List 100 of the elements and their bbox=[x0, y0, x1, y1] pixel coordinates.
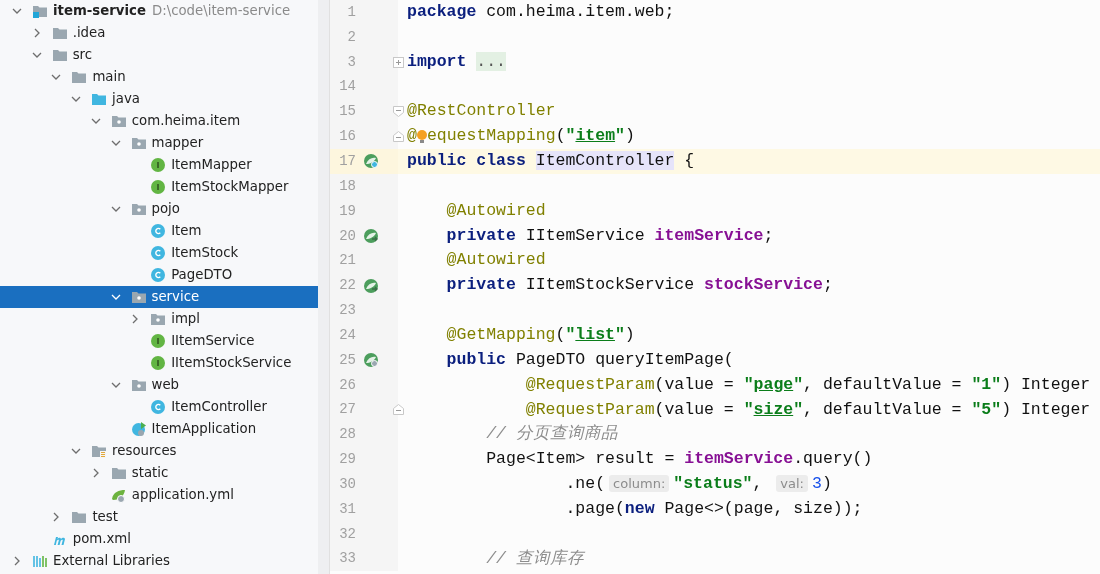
bean-icon[interactable] bbox=[363, 153, 379, 170]
tree-row[interactable]: ItemStockMapper bbox=[0, 176, 318, 198]
code-line: package com.heima.item.web; bbox=[407, 1, 675, 24]
code-line: @RequestParam(value = "page", defaultValue = "1") Integer bbox=[524, 373, 1091, 396]
tree-item-label: ItemStockMapper bbox=[171, 178, 289, 197]
interface-icon bbox=[150, 157, 167, 173]
code-line: .ne( column: "status", val: 3) bbox=[564, 473, 832, 496]
tree-row[interactable]: PageDTO bbox=[0, 264, 318, 286]
tree-item-label: External Libraries bbox=[53, 552, 170, 571]
tree-item-label: application.yml bbox=[131, 486, 234, 505]
line-number: 24 bbox=[338, 325, 356, 345]
tree-row[interactable]: impl bbox=[0, 308, 318, 330]
code-line: // 分页查询商品 bbox=[485, 423, 618, 446]
line-number: 17 bbox=[338, 152, 356, 171]
tree-row[interactable]: web bbox=[0, 374, 318, 396]
folder-icon bbox=[71, 509, 88, 525]
tree-row[interactable]: IItemService bbox=[0, 330, 318, 352]
tree-row[interactable]: Item bbox=[0, 220, 318, 242]
tree-row[interactable]: ItemStock bbox=[0, 242, 318, 264]
interface-icon bbox=[150, 333, 167, 349]
tree-item-label: ItemStock bbox=[171, 244, 239, 263]
line-number: 20 bbox=[338, 226, 356, 246]
tree-item-label: .idea bbox=[72, 24, 106, 43]
code-line: // 查询库存 bbox=[485, 547, 584, 570]
tree-item-label: Item bbox=[171, 222, 202, 241]
line-number: 23 bbox=[338, 301, 356, 321]
line-number: 15 bbox=[338, 102, 356, 122]
tree-item-label: pom.xml bbox=[72, 530, 131, 549]
collapse-icon[interactable] bbox=[393, 106, 404, 118]
line-number: 31 bbox=[338, 499, 356, 519]
tree-row[interactable]: src bbox=[0, 44, 318, 66]
code-line: private IItemStockService stockService; bbox=[445, 274, 833, 297]
tree-row[interactable]: IItemStockService bbox=[0, 352, 318, 374]
tree-row[interactable]: service bbox=[0, 286, 318, 308]
line-number: 22 bbox=[338, 276, 356, 296]
tree-row[interactable]: com.heima.item bbox=[0, 110, 318, 132]
tree-row[interactable]: External Libraries bbox=[0, 550, 318, 572]
collapse-icon[interactable] bbox=[393, 404, 404, 416]
class-icon bbox=[150, 399, 167, 415]
tree-row[interactable]: ItemApplication bbox=[0, 418, 318, 440]
folder-icon bbox=[51, 47, 68, 63]
bean-icon[interactable] bbox=[363, 352, 379, 369]
class-icon bbox=[150, 223, 167, 239]
tree-row[interactable]: pom.xml bbox=[0, 528, 318, 550]
tree-item-label: ItemController bbox=[171, 398, 267, 417]
tree-row[interactable]: test bbox=[0, 506, 318, 528]
line-number: 32 bbox=[338, 524, 356, 544]
libraries-icon bbox=[32, 553, 48, 569]
folder-icon bbox=[91, 443, 108, 459]
code-line: @ bbox=[407, 125, 417, 148]
lightbulb-icon[interactable] bbox=[416, 127, 427, 146]
tree-item-label: java bbox=[112, 90, 140, 109]
tree-item-label: IItemService bbox=[171, 332, 255, 351]
expand-icon[interactable] bbox=[393, 56, 404, 68]
package-icon bbox=[130, 201, 147, 217]
code-line: @Autowired bbox=[445, 249, 546, 272]
line-number: 16 bbox=[338, 127, 356, 147]
tree-row[interactable]: resources bbox=[0, 440, 318, 462]
tree-item-label: src bbox=[72, 46, 93, 65]
tree-item-label: PageDTO bbox=[171, 266, 233, 285]
bean-icon[interactable] bbox=[363, 228, 379, 244]
code-line: @Autowired bbox=[445, 199, 546, 222]
tree-row[interactable]: ItemMapper bbox=[0, 154, 318, 176]
code-line: private IItemService itemService; bbox=[445, 224, 774, 247]
line-number: 28 bbox=[338, 425, 356, 445]
line-number: 29 bbox=[338, 450, 356, 470]
project-path: D:\code\item-service bbox=[151, 2, 291, 21]
class-icon bbox=[150, 267, 167, 283]
line-number: 18 bbox=[338, 176, 356, 196]
code-line: @GetMapping("list") bbox=[445, 324, 635, 346]
collapse-icon[interactable] bbox=[393, 131, 404, 143]
tree-row[interactable]: item-service D:\code\item-service bbox=[0, 0, 318, 22]
tree-item-label: mapper bbox=[151, 134, 204, 153]
package-icon bbox=[150, 311, 167, 327]
package-icon bbox=[110, 113, 127, 129]
leaf-gear-icon bbox=[110, 487, 127, 503]
bean-icon[interactable] bbox=[363, 277, 379, 294]
tree-row[interactable]: application.yml bbox=[0, 484, 318, 506]
class-icon bbox=[150, 245, 167, 261]
tree-row[interactable]: .idea bbox=[0, 22, 318, 44]
tree-item-label: impl bbox=[171, 310, 200, 329]
tree-row[interactable]: ItemController bbox=[0, 396, 318, 418]
tree-row[interactable]: main bbox=[0, 66, 318, 88]
line-number: 19 bbox=[338, 201, 356, 221]
tree-row[interactable]: mapper bbox=[0, 132, 318, 154]
tree-item-label: main bbox=[92, 68, 126, 87]
tree-row[interactable]: pojo bbox=[0, 198, 318, 220]
code-line: Page<Item> result = itemService.query() bbox=[485, 448, 873, 471]
tree-item-label: static bbox=[131, 464, 169, 483]
tree-row[interactable]: java bbox=[0, 88, 318, 110]
code-line: @RequestParam(value = "size", defaultValue = "5") Integer bbox=[524, 398, 1091, 421]
tree-item-label: resources bbox=[112, 442, 177, 461]
tree-item-label: ItemApplication bbox=[151, 420, 257, 439]
tree-item-label: IItemStockService bbox=[171, 354, 292, 373]
code-line: public PageDTO queryItemPage( bbox=[445, 348, 734, 371]
tree-row[interactable]: static bbox=[0, 462, 318, 484]
line-number: 33 bbox=[338, 549, 356, 569]
line-number: 3 bbox=[346, 52, 356, 72]
scrollbar[interactable] bbox=[318, 0, 329, 574]
line-number: 1 bbox=[346, 2, 356, 22]
